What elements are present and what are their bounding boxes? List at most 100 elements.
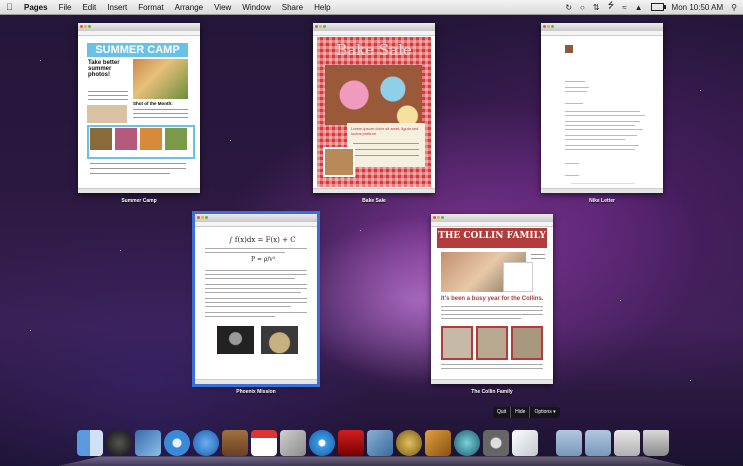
doc-photo [441,326,473,360]
documents-folder-icon[interactable] [585,430,611,456]
ruler [313,31,435,36]
text-line [205,306,291,307]
imovie-icon[interactable] [396,430,422,456]
text-line [571,183,635,184]
menu-share[interactable]: Share [282,3,303,12]
window-thumbnail-summer-camp[interactable]: SUMMER CAMP Take better summer photos! S… [78,23,200,193]
doc-equation: P = ρ/v² [251,256,276,263]
doc-title: Bake Sale [336,41,412,59]
dock-shelf [58,456,686,466]
menu-file[interactable]: File [59,3,72,12]
address-book-icon[interactable] [222,430,248,456]
window-caption: Nike Letter [589,198,615,204]
text-line [133,117,188,118]
battery-menu-icon[interactable] [650,3,666,11]
sync-menu-icon[interactable]: ⇅ [593,3,600,12]
doc-headline: It's been a busy year for the Collins. [441,296,544,302]
photo-booth-icon[interactable] [338,430,364,456]
text-line [133,109,188,110]
window-thumbnail-phoenix-mission[interactable]: ∫ f(x)dx = F(x) + C P = ρ/v² [192,211,320,387]
menu-arrange[interactable]: Arrange [175,3,203,12]
text-line [565,81,585,82]
window-thumbnail-bake-sale[interactable]: Bake Sale Lorem ipsum dolor sit amet, li… [313,23,435,193]
options-button[interactable]: Options ▾ [529,407,559,418]
text-line [565,163,579,164]
photos-icon[interactable] [135,430,161,456]
window-statusbar [78,188,200,193]
star [230,140,231,141]
safari-icon[interactable] [164,430,190,456]
menu-clock[interactable]: Mon 10:50 AM [672,3,724,12]
window-statusbar [195,379,317,384]
text-line [90,168,186,169]
text-line [205,312,307,313]
menu-edit[interactable]: Edit [82,3,96,12]
spotlight-search-icon[interactable]: ⚲ [731,3,737,12]
pages-icon[interactable] [512,430,538,456]
doc-photo [87,105,127,123]
menu-app-name[interactable]: Pages [24,3,48,12]
doc-section-heading: Shot of the Month: [133,101,173,106]
bluetooth-menu-icon[interactable]: ⭍ [608,0,615,14]
apple-menu-icon[interactable]:  [6,2,16,12]
text-line [441,318,521,319]
trash-icon[interactable] [643,430,669,456]
garageband-icon[interactable] [425,430,451,456]
ruler [195,222,317,227]
text-line [205,270,307,271]
text-line [565,145,639,146]
text-line [205,298,307,299]
time-machine-menu-icon[interactable]: ↻ [565,3,572,12]
window-caption: Bake Sale [362,198,386,204]
text-line [90,173,170,174]
text-line [565,125,635,126]
quit-button[interactable]: Quit [493,407,510,418]
text-line [205,274,307,275]
ical-icon[interactable] [251,430,277,456]
menu-extras: ↻ ○ ⇅ ⭍ ≈ ▲ Mon 10:50 AM ⚲ [565,0,737,14]
menu-help[interactable]: Help [314,3,330,12]
doc-photo [323,147,355,177]
system-preferences-icon[interactable] [483,430,509,456]
text-line [565,135,637,136]
time-machine-icon[interactable] [454,430,480,456]
text-line [205,288,307,289]
window-caption: The Collin Family [471,389,513,395]
iphoto-icon[interactable] [367,430,393,456]
dock [58,430,686,466]
doc-photo [325,65,422,125]
dashboard-icon[interactable] [106,430,132,456]
text-line [90,163,186,164]
finder-icon[interactable] [77,430,103,456]
doc-photo [511,326,543,360]
window-thumbnail-collin-family[interactable]: THE COLLIN FAMILY It's been a busy year … [431,214,553,384]
star [700,90,701,91]
menu-view[interactable]: View [214,3,231,12]
text-line [441,310,543,311]
text-line [205,278,295,279]
text-line [88,91,128,92]
text-line [88,95,128,96]
wifi-menu-icon[interactable]: ≈ [622,3,626,12]
volume-menu-icon[interactable]: ▲ [635,3,643,12]
window-caption: Phoenix Mission [236,389,276,395]
window-thumbnail-letter[interactable] [541,23,663,193]
itunes-icon[interactable] [309,430,335,456]
downloads-icon[interactable] [614,430,640,456]
text-line [205,284,307,285]
text-line [88,99,128,100]
ichat-menu-icon[interactable]: ○ [580,3,585,12]
text-line [565,175,579,176]
ruler [78,31,200,36]
menu-insert[interactable]: Insert [107,3,127,12]
letterhead-logo [565,45,573,53]
text-line [353,149,419,150]
text-line [441,314,543,315]
hide-button[interactable]: Hide [510,407,529,418]
text-line [205,302,307,303]
menu-window[interactable]: Window [242,3,270,12]
menu-format[interactable]: Format [138,3,163,12]
ichat-icon[interactable] [193,430,219,456]
applications-folder-icon[interactable] [556,430,582,456]
preview-icon[interactable] [280,430,306,456]
